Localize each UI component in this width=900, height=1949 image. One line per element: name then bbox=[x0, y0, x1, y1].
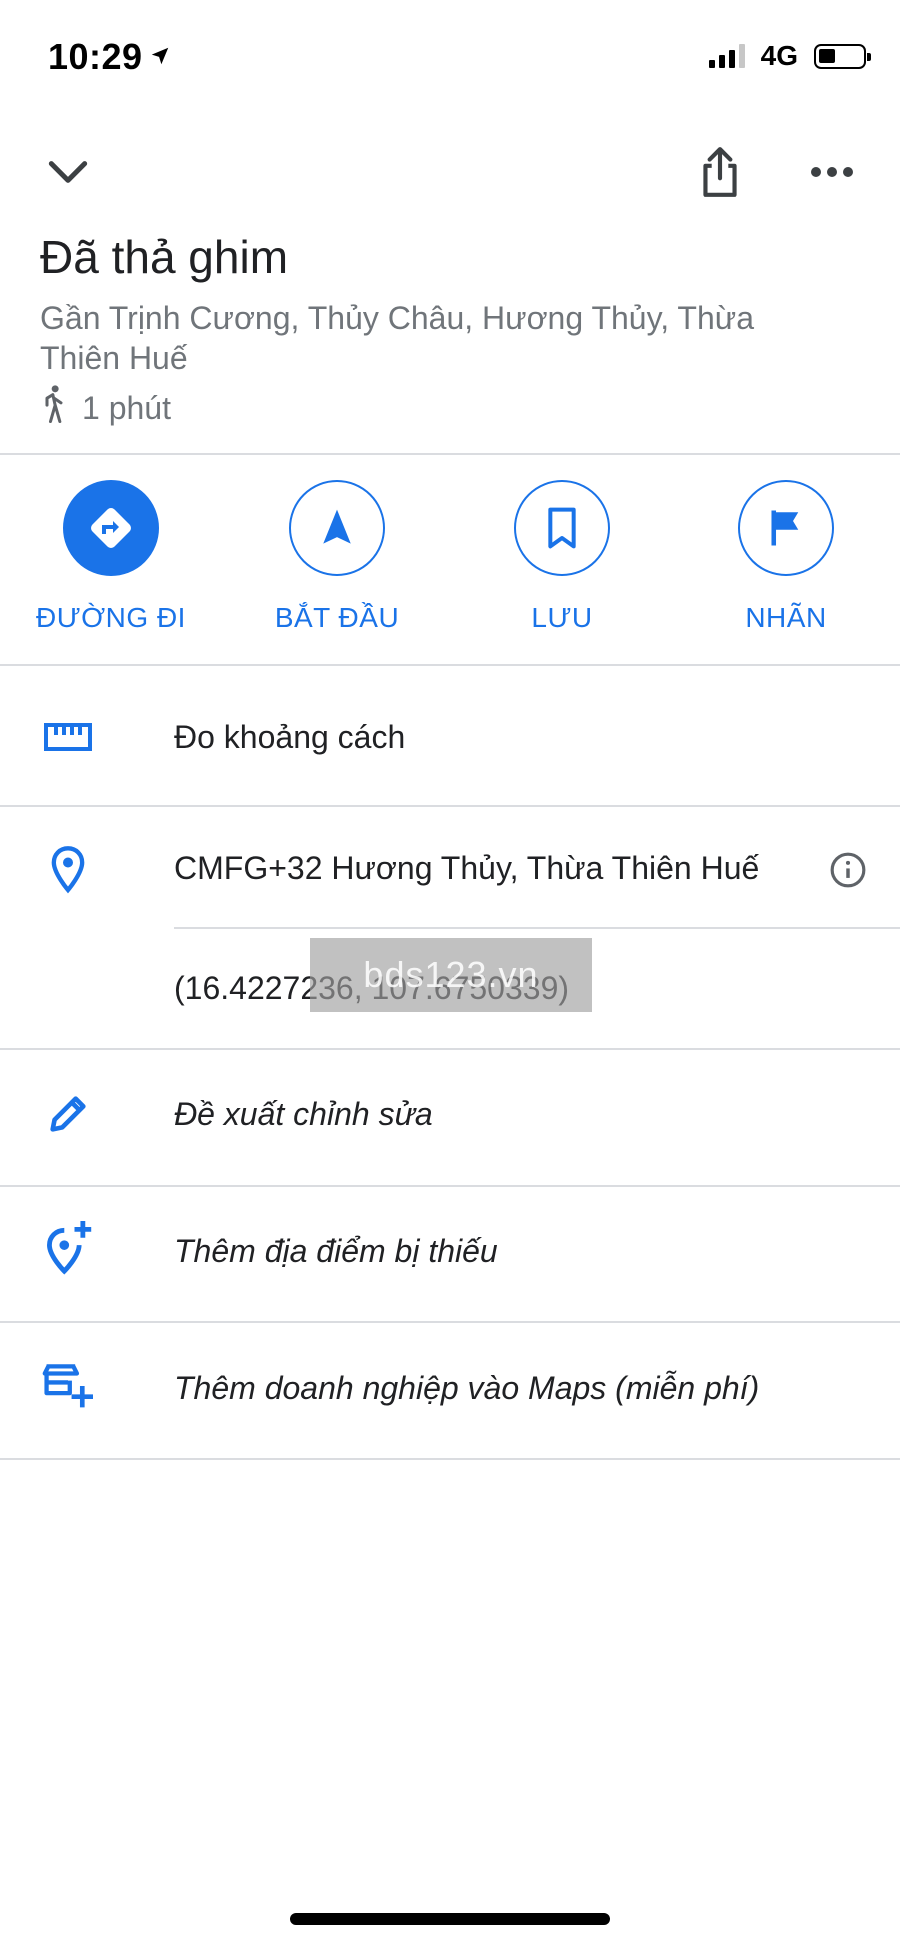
add-business-label: Thêm doanh nghiệp vào Maps (miễn phí) bbox=[174, 1370, 760, 1406]
more-horizontal-icon[interactable] bbox=[800, 140, 864, 204]
share-icon[interactable] bbox=[688, 140, 752, 204]
add-missing-place-row[interactable]: Thêm địa điểm bị thiếu bbox=[0, 1197, 900, 1307]
suggest-edit-row[interactable]: Đề xuất chỉnh sửa bbox=[0, 1060, 900, 1170]
divider bbox=[0, 1048, 900, 1050]
status-indicators: 4G bbox=[708, 40, 871, 72]
watermark: bds123.vn bbox=[310, 938, 592, 1012]
directions-button[interactable]: ĐƯỜNG ĐI bbox=[11, 480, 211, 634]
battery-icon bbox=[814, 43, 871, 69]
pencil-icon bbox=[40, 1086, 96, 1142]
directions-icon bbox=[63, 480, 159, 576]
info-icon[interactable] bbox=[826, 848, 870, 892]
walking-time: 1 phút bbox=[40, 384, 171, 432]
divider bbox=[0, 1458, 900, 1460]
location-arrow-icon bbox=[149, 34, 171, 76]
status-time: 10:29 bbox=[48, 34, 171, 78]
divider bbox=[0, 1185, 900, 1187]
directions-label: ĐƯỜNG ĐI bbox=[36, 602, 186, 633]
battery-level bbox=[819, 48, 835, 63]
flag-icon bbox=[738, 480, 834, 576]
divider bbox=[0, 664, 900, 666]
bookmark-icon bbox=[514, 480, 610, 576]
start-button[interactable]: BẮT ĐẦU bbox=[237, 480, 437, 634]
measure-distance-row[interactable]: Đo khoảng cách bbox=[0, 684, 900, 790]
top-bar bbox=[0, 140, 900, 210]
label-button[interactable]: NHÃN bbox=[686, 480, 886, 634]
action-buttons: ĐƯỜNG ĐI BẮT ĐẦU LƯU NHÃN bbox=[0, 480, 900, 640]
walking-time-text: 1 phút bbox=[82, 389, 171, 426]
cellular-signal-icon bbox=[708, 44, 745, 68]
save-label: LƯU bbox=[531, 602, 593, 633]
clock-text: 10:29 bbox=[48, 36, 143, 77]
measure-distance-label: Đo khoảng cách bbox=[174, 719, 406, 755]
add-business-icon bbox=[40, 1358, 96, 1414]
add-location-icon bbox=[40, 1219, 96, 1275]
plus-code-row[interactable]: CMFG+32 Hương Thủy, Thừa Thiên Huế bbox=[0, 820, 900, 920]
divider bbox=[0, 805, 900, 807]
place-title: Đã thả ghim bbox=[40, 231, 289, 283]
plus-code-label: CMFG+32 Hương Thủy, Thừa Thiên Huế bbox=[174, 850, 760, 886]
network-type: 4G bbox=[760, 40, 798, 71]
location-pin-icon bbox=[40, 842, 96, 898]
divider bbox=[0, 453, 900, 455]
divider bbox=[174, 927, 900, 929]
place-address: Gần Trịnh Cương, Thủy Châu, Hương Thủy, … bbox=[40, 300, 754, 376]
suggest-edit-label: Đề xuất chỉnh sửa bbox=[174, 1096, 433, 1132]
navigation-arrow-icon bbox=[289, 480, 385, 576]
add-missing-place-label: Thêm địa điểm bị thiếu bbox=[174, 1233, 498, 1269]
chevron-down-icon[interactable] bbox=[36, 140, 100, 204]
label-label: NHÃN bbox=[745, 602, 827, 633]
status-bar: 10:29 4G bbox=[0, 0, 900, 110]
add-business-row[interactable]: Thêm doanh nghiệp vào Maps (miễn phí) bbox=[0, 1334, 900, 1444]
start-label: BẮT ĐẦU bbox=[274, 602, 400, 633]
save-button[interactable]: LƯU bbox=[462, 480, 662, 634]
walking-person-icon bbox=[40, 384, 68, 432]
home-indicator[interactable] bbox=[290, 1913, 610, 1925]
divider bbox=[0, 1321, 900, 1323]
ruler-icon bbox=[40, 709, 96, 765]
